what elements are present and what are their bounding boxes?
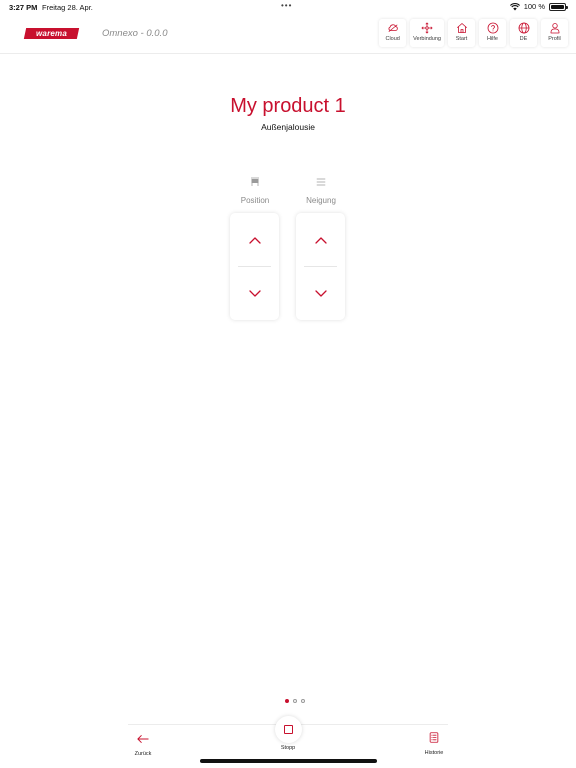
product-name: My product 1 xyxy=(230,95,346,117)
page-dot[interactable] xyxy=(285,699,289,703)
nav-profile-button[interactable]: Profil xyxy=(541,19,568,47)
stop-button[interactable]: Stopp xyxy=(273,716,303,751)
logo-text: warema xyxy=(36,29,67,38)
position-label: Position xyxy=(240,196,270,205)
nav-connection-label: Verbindung xyxy=(413,36,441,42)
slat-tilt-icon xyxy=(316,178,326,186)
status-right: 100 % xyxy=(509,2,568,11)
nav-start-label: Start xyxy=(455,36,468,42)
stop-circle xyxy=(274,716,302,743)
chevron-up-icon xyxy=(248,236,261,244)
header-nav: Cloud Verbindung Start Hilfe DE Profil xyxy=(379,19,568,47)
product-type: Außenjalousie xyxy=(261,122,315,132)
help-icon xyxy=(487,22,498,34)
status-date: Freitag 28. Apr. xyxy=(42,3,93,12)
nav-connection-button[interactable]: Verbindung xyxy=(410,19,444,47)
history-label: Historie xyxy=(424,750,444,756)
globe-icon xyxy=(518,22,529,34)
page-dot[interactable] xyxy=(301,699,305,703)
chevron-down-icon xyxy=(314,289,327,297)
wifi-icon xyxy=(509,2,520,10)
battery-percent: 100 % xyxy=(523,2,545,11)
app-title: Omnexo - 0.0.0 xyxy=(102,28,168,39)
battery-icon xyxy=(549,2,568,11)
nav-language-label: DE xyxy=(519,36,528,42)
app-header: warema Omnexo - 0.0.0 Cloud Verbindung S… xyxy=(0,14,576,54)
stop-icon xyxy=(283,725,293,734)
home-indicator[interactable] xyxy=(200,759,377,763)
position-icon-wrap xyxy=(230,176,280,190)
nav-language-button[interactable]: DE xyxy=(510,19,537,47)
status-time: 3:27 PM xyxy=(9,3,38,12)
nav-start-button[interactable]: Start xyxy=(448,19,475,47)
multitasking-dots-icon[interactable]: ••• xyxy=(281,2,292,10)
back-label: Zurück xyxy=(134,751,152,757)
cloud-off-icon xyxy=(388,24,398,32)
nav-help-label: Hilfe xyxy=(486,36,498,42)
nav-help-button[interactable]: Hilfe xyxy=(479,19,506,47)
position-down-button[interactable] xyxy=(230,267,279,320)
tilt-down-button[interactable] xyxy=(296,267,345,320)
position-control-panel xyxy=(230,213,279,320)
history-button[interactable]: Historie xyxy=(422,730,446,756)
blind-position-icon xyxy=(251,177,259,186)
position-up-button[interactable] xyxy=(230,213,279,266)
history-list-icon xyxy=(429,732,439,743)
tilt-icon-wrap xyxy=(296,176,346,190)
tilt-label: Neigung xyxy=(306,196,336,205)
home-icon xyxy=(456,23,467,33)
tilt-up-button[interactable] xyxy=(296,213,345,266)
connection-icon xyxy=(421,22,433,34)
position-control: Position xyxy=(230,176,280,320)
tilt-control-panel xyxy=(296,213,345,320)
nav-cloud-label: Cloud xyxy=(385,36,400,42)
tilt-control: Neigung xyxy=(296,176,346,320)
user-icon xyxy=(550,23,559,34)
nav-profile-label: Profil xyxy=(548,36,561,42)
arrow-left-icon xyxy=(137,735,149,743)
status-bar: 3:27 PM Freitag 28. Apr. ••• 100 % xyxy=(0,0,576,14)
chevron-down-icon xyxy=(248,289,261,297)
back-button[interactable]: Zurück xyxy=(132,731,154,757)
warema-logo[interactable]: warema xyxy=(23,28,80,39)
page-dot[interactable] xyxy=(293,699,297,703)
page-indicator xyxy=(285,699,305,703)
battery-fill xyxy=(551,4,564,9)
chevron-up-icon xyxy=(314,236,327,244)
stop-label: Stopp xyxy=(280,745,296,751)
nav-cloud-button[interactable]: Cloud xyxy=(379,19,407,47)
